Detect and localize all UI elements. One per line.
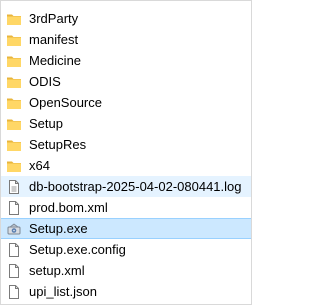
file-name: OpenSource [29, 94, 102, 110]
file-name: 3rdParty [29, 10, 79, 26]
file-row-db-bootstrap-log[interactable]: db-bootstrap-2025-04-02-080441.log [1, 176, 251, 197]
file-row-upi-list-json[interactable]: upi_list.json [1, 281, 251, 302]
folder-icon [6, 11, 22, 27]
file-name: prod.bom.xml [29, 199, 108, 215]
file-name: Setup.exe [29, 220, 88, 236]
installer-exe-icon [6, 221, 22, 237]
folder-icon [6, 95, 22, 111]
file-row-setup[interactable]: Setup [1, 113, 251, 134]
file-row-setupres[interactable]: SetupRes [1, 134, 251, 155]
file-row-medicine[interactable]: Medicine [1, 50, 251, 71]
text-file-icon [6, 179, 22, 195]
file-icon [6, 200, 22, 216]
file-name: db-bootstrap-2025-04-02-080441.log [29, 178, 242, 194]
file-row-manifest[interactable]: manifest [1, 29, 251, 50]
file-name: setup.xml [29, 262, 85, 278]
file-name: Setup.exe.config [29, 241, 126, 257]
file-row-opensource[interactable]: OpenSource [1, 92, 251, 113]
file-list-pane: 3rdParty manifest Medicine ODIS OpenSour… [0, 0, 252, 305]
file-list: 3rdParty manifest Medicine ODIS OpenSour… [1, 8, 251, 302]
folder-icon [6, 32, 22, 48]
folder-icon [6, 116, 22, 132]
folder-icon [6, 137, 22, 153]
file-icon [6, 242, 22, 258]
file-name: SetupRes [29, 136, 87, 152]
file-name: manifest [29, 31, 79, 47]
file-row-setup-exe-config[interactable]: Setup.exe.config [1, 239, 251, 260]
file-name: Medicine [29, 52, 82, 68]
file-row-x64[interactable]: x64 [1, 155, 251, 176]
file-name: Setup [29, 115, 63, 131]
file-row-setup-exe[interactable]: Setup.exe [1, 218, 251, 239]
file-name: ODIS [29, 73, 61, 89]
file-row-odis[interactable]: ODIS [1, 71, 251, 92]
file-row-setup-xml[interactable]: setup.xml [1, 260, 251, 281]
file-row-3rdparty[interactable]: 3rdParty [1, 8, 251, 29]
file-icon [6, 263, 22, 279]
file-name: upi_list.json [29, 283, 97, 299]
folder-icon [6, 158, 22, 174]
file-row-prod-bom-xml[interactable]: prod.bom.xml [1, 197, 251, 218]
folder-icon [6, 53, 22, 69]
folder-icon [6, 74, 22, 90]
file-icon [6, 284, 22, 300]
file-name: x64 [29, 157, 50, 173]
